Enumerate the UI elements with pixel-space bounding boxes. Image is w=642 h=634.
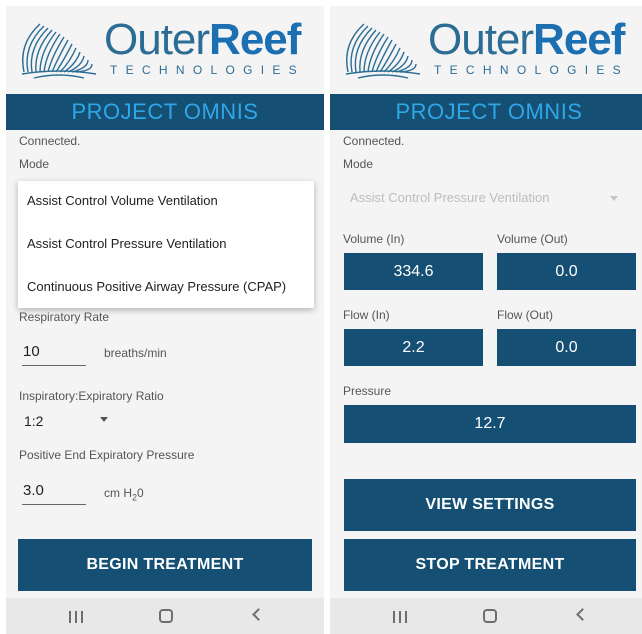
android-navbar <box>330 598 642 634</box>
mode-option-acvv[interactable]: Assist Control Volume Ventilation <box>27 193 218 208</box>
begin-treatment-button[interactable]: BEGIN TREATMENT <box>18 539 312 591</box>
peep-unit: cm H20 <box>104 486 144 502</box>
ie-ratio-label: Inspiratory:Expiratory Ratio <box>19 389 164 403</box>
pressure-value: 12.7 <box>344 405 636 443</box>
brand-header: OuterReef TECHNOLOGIES <box>330 6 642 94</box>
respiratory-rate-unit: breaths/min <box>104 346 167 360</box>
mode-option-cpap[interactable]: Continuous Positive Airway Pressure (CPA… <box>27 279 286 294</box>
page-title: PROJECT OMNIS <box>330 94 642 130</box>
peep-label: Positive End Expiratory Pressure <box>19 448 195 462</box>
view-settings-button[interactable]: VIEW SETTINGS <box>344 479 636 531</box>
monitor-screen: OuterReef TECHNOLOGIES PROJECT OMNIS Con… <box>330 6 642 634</box>
brand-wordmark: OuterReef <box>104 15 301 64</box>
peep-unit-prefix: cm H <box>104 486 132 500</box>
shell-logo-icon <box>345 23 421 79</box>
flow-in-label: Flow (In) <box>343 308 390 322</box>
volume-out-label: Volume (Out) <box>497 232 568 246</box>
brand-subtitle: TECHNOLOGIES <box>110 63 305 77</box>
respiratory-rate-input[interactable]: 10 <box>22 342 86 366</box>
volume-in-value: 334.6 <box>344 253 483 290</box>
volume-out-value: 0.0 <box>497 253 636 290</box>
brand-wordmark: OuterReef <box>428 15 625 64</box>
flow-out-value: 0.0 <box>497 329 636 366</box>
respiratory-rate-label: Respiratory Rate <box>19 310 110 324</box>
back-icon[interactable] <box>252 608 265 621</box>
ie-ratio-select[interactable]: 1:2 <box>24 413 43 429</box>
mode-label: Mode <box>343 157 374 171</box>
shell-logo-icon <box>21 23 97 79</box>
recent-apps-icon[interactable] <box>69 611 83 623</box>
mode-dropdown-menu: Assist Control Volume Ventilation Assist… <box>18 181 314 308</box>
back-icon[interactable] <box>576 608 589 621</box>
brand-outer: Outer <box>428 15 534 64</box>
mode-label: Mode <box>19 157 50 171</box>
mode-select-disabled: Assist Control Pressure Ventilation <box>350 190 550 205</box>
chevron-down-icon[interactable] <box>100 417 108 422</box>
volume-in-label: Volume (In) <box>343 232 405 246</box>
connection-status: Connected. <box>343 134 405 148</box>
chevron-down-icon <box>610 196 618 201</box>
page-title: PROJECT OMNIS <box>6 94 324 130</box>
android-navbar <box>6 598 324 634</box>
pressure-label: Pressure <box>343 384 392 398</box>
connection-status: Connected. <box>19 134 81 148</box>
peep-unit-suffix: 0 <box>137 486 144 500</box>
brand-subtitle: TECHNOLOGIES <box>434 63 629 77</box>
brand-header: OuterReef TECHNOLOGIES <box>6 6 324 94</box>
home-icon[interactable] <box>159 609 173 623</box>
peep-input[interactable]: 3.0 <box>22 481 86 505</box>
flow-out-label: Flow (Out) <box>497 308 554 322</box>
flow-in-value: 2.2 <box>344 329 483 366</box>
home-icon[interactable] <box>483 609 497 623</box>
brand-reef: Reef <box>533 15 625 64</box>
settings-screen: OuterReef TECHNOLOGIES PROJECT OMNIS Con… <box>6 6 324 634</box>
brand-outer: Outer <box>104 15 210 64</box>
brand-reef: Reef <box>209 15 301 64</box>
recent-apps-icon[interactable] <box>393 611 407 623</box>
mode-option-acpv[interactable]: Assist Control Pressure Ventilation <box>27 236 226 251</box>
stop-treatment-button[interactable]: STOP TREATMENT <box>344 539 636 591</box>
